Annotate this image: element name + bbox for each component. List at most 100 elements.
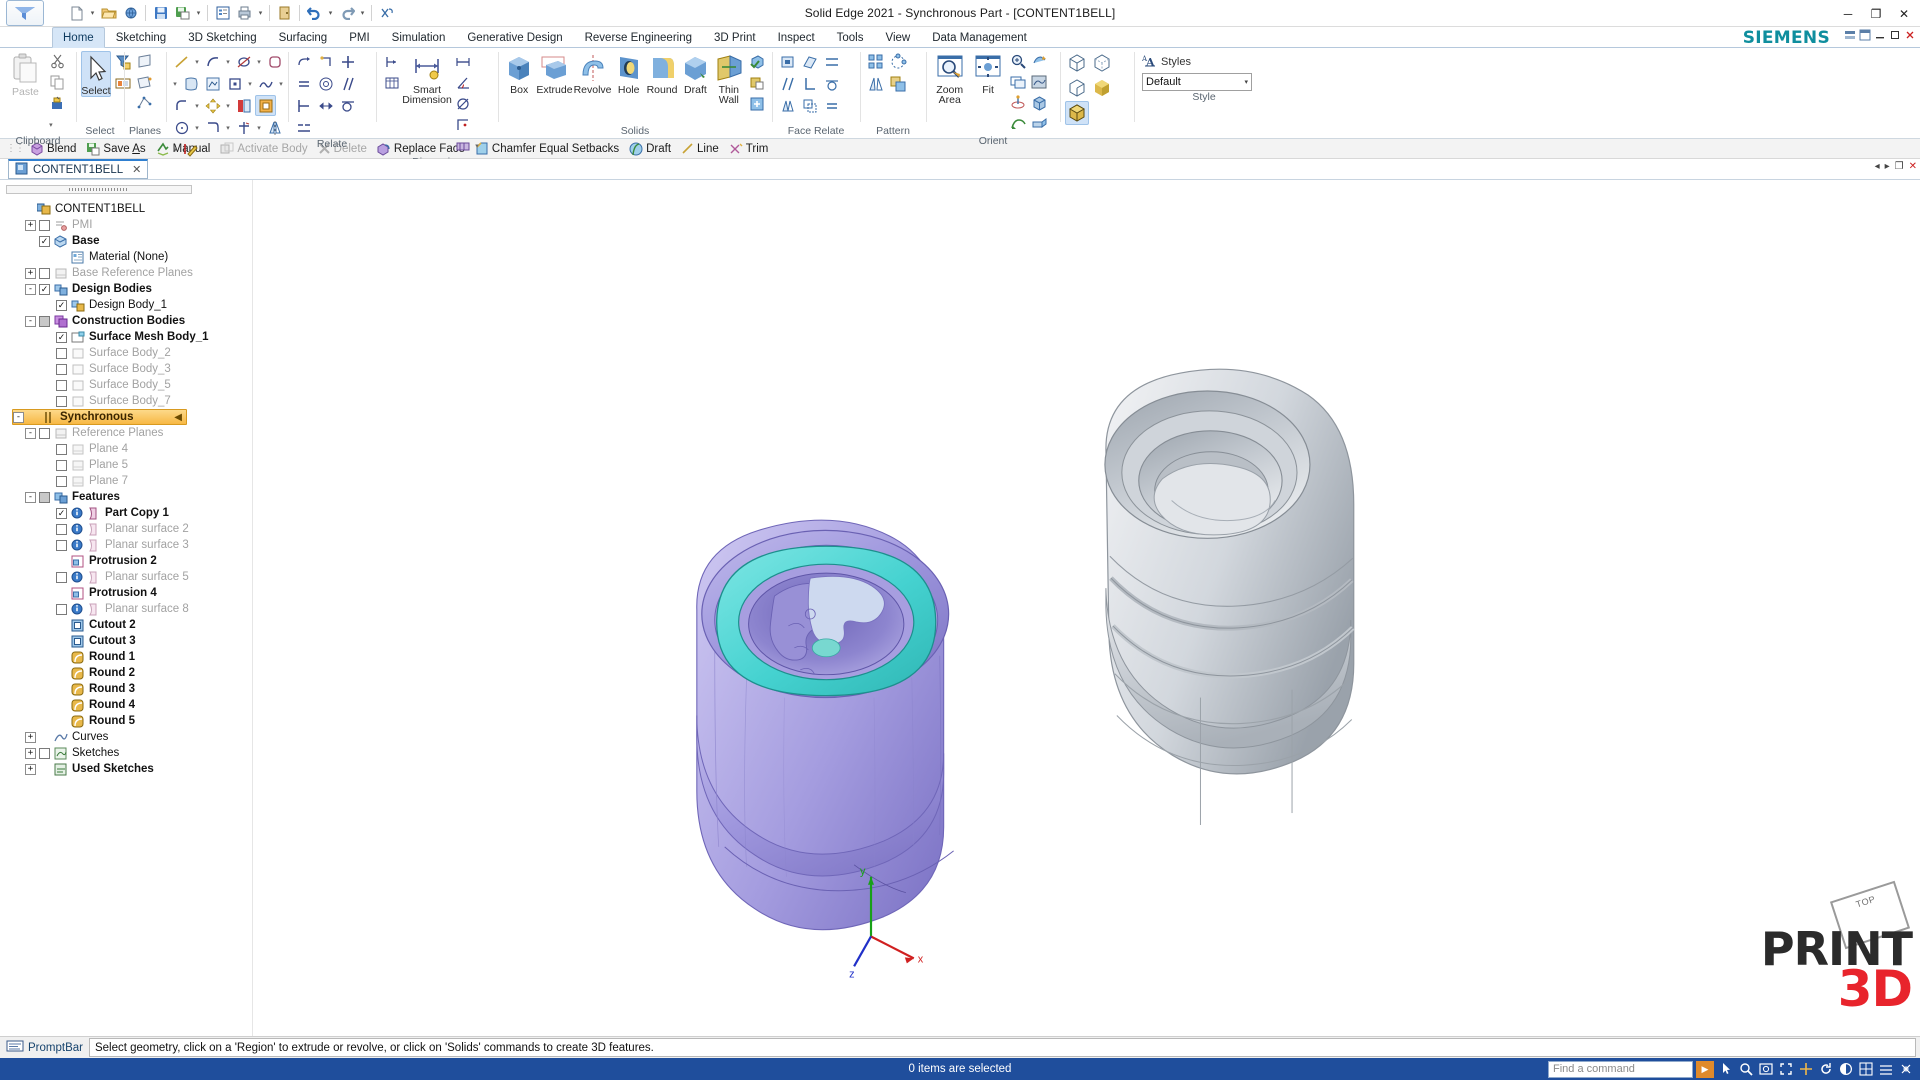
tree-node-curves[interactable]: + Curves bbox=[25, 729, 252, 745]
ellipse-icon[interactable] bbox=[233, 51, 254, 72]
dimension-table-icon[interactable] bbox=[381, 72, 402, 93]
tree-node-round-5[interactable]: Round 5 bbox=[42, 713, 252, 729]
tree-node-protrusion-4[interactable]: Protrusion 4 bbox=[42, 585, 252, 601]
connect-icon[interactable] bbox=[337, 51, 358, 72]
visibility-checkbox[interactable] bbox=[39, 315, 50, 327]
cut-icon[interactable] bbox=[47, 51, 68, 72]
draft-command[interactable]: Draft bbox=[625, 140, 675, 158]
select-button[interactable]: Select bbox=[81, 51, 111, 97]
visibility-checkbox[interactable]: ✓ bbox=[56, 331, 67, 343]
fit-status-icon[interactable] bbox=[1777, 1061, 1794, 1078]
tree-node-pmi[interactable]: + PMI bbox=[25, 217, 252, 233]
arc-caret-icon[interactable]: ▾ bbox=[224, 51, 232, 72]
tree-node-round-1[interactable]: Round 1 bbox=[42, 649, 252, 665]
tree-node-plane-7[interactable]: Plane 7 bbox=[42, 473, 252, 489]
tree-node-planar-surface-5[interactable]: Planar surface 5 bbox=[42, 569, 252, 585]
zoom-area-status-icon[interactable] bbox=[1757, 1061, 1774, 1078]
redo-caret-icon[interactable]: ▾ bbox=[358, 2, 367, 24]
tab-next-icon[interactable]: ▸ bbox=[1885, 161, 1890, 172]
visibility-checkbox[interactable] bbox=[39, 427, 50, 439]
zoom-area-button[interactable]: Zoom Area bbox=[931, 51, 968, 105]
more-solids-icon[interactable] bbox=[746, 93, 767, 114]
expand-icon[interactable]: + bbox=[25, 267, 36, 279]
display-config-icon[interactable] bbox=[1857, 1061, 1874, 1078]
line-caret-icon[interactable]: ▾ bbox=[193, 51, 201, 72]
tree-node-round-4[interactable]: Round 4 bbox=[42, 697, 252, 713]
sketch-view-icon[interactable] bbox=[1029, 72, 1050, 93]
tab-prev-icon[interactable]: ◂ bbox=[1875, 161, 1880, 172]
rounded-rectangle-caret-icon[interactable]: ▾ bbox=[171, 73, 179, 94]
tree-node-planar-surface-2[interactable]: Planar surface 2 bbox=[42, 521, 252, 537]
run-command-icon[interactable]: ▶ bbox=[1696, 1060, 1714, 1078]
collapse-icon[interactable]: - bbox=[25, 283, 36, 295]
coincident-plane-icon[interactable] bbox=[134, 51, 155, 72]
rectangle-icon[interactable] bbox=[224, 73, 245, 94]
document-close-icon[interactable]: ✕ bbox=[1909, 161, 1917, 172]
select-tool-status-icon[interactable] bbox=[1717, 1061, 1734, 1078]
face-perpendicular-icon[interactable] bbox=[799, 73, 820, 94]
parallel-plane-icon[interactable] bbox=[134, 72, 155, 93]
dimension-color-icon[interactable] bbox=[452, 135, 473, 156]
visibility-checkbox[interactable]: ✓ bbox=[56, 299, 67, 311]
sketch-region-icon[interactable] bbox=[255, 95, 276, 116]
tab-pmi[interactable]: PMI bbox=[338, 27, 380, 47]
tree-node-surface-mesh-body-1[interactable]: ✓ Surface Mesh Body_1 bbox=[42, 329, 252, 345]
tree-node-synchronous[interactable]: - Synchronous ◀ bbox=[12, 409, 187, 425]
shaded-with-edges-icon[interactable] bbox=[1065, 101, 1089, 125]
tree-node-sketches[interactable]: + Sketches bbox=[25, 745, 252, 761]
face-tangent-icon[interactable] bbox=[821, 73, 842, 94]
face-offset-icon[interactable] bbox=[799, 95, 820, 116]
face-equal-icon[interactable] bbox=[821, 95, 842, 116]
tab-data-management[interactable]: Data Management bbox=[921, 27, 1038, 47]
shaded-icon[interactable] bbox=[1090, 76, 1114, 100]
face-rigid-icon[interactable] bbox=[777, 51, 798, 72]
tree-node-round-3[interactable]: Round 3 bbox=[42, 681, 252, 697]
new-document-icon[interactable] bbox=[66, 2, 87, 24]
visibility-checkbox[interactable] bbox=[39, 219, 50, 231]
rectangle-caret-icon[interactable]: ▾ bbox=[246, 73, 254, 94]
wireframe-icon[interactable] bbox=[1065, 51, 1089, 75]
visibility-checkbox[interactable] bbox=[56, 363, 67, 375]
tree-node-cutout-3[interactable]: Cutout 3 bbox=[42, 633, 252, 649]
tree-node-features[interactable]: - Features bbox=[25, 489, 252, 505]
tree-node-surface-body-7[interactable]: Surface Body_7 bbox=[42, 393, 252, 409]
angle-between-icon[interactable] bbox=[452, 72, 473, 93]
tree-node-design-bodies[interactable]: - ✓ Design Bodies bbox=[25, 281, 252, 297]
horizontal-vertical-icon[interactable] bbox=[293, 95, 314, 116]
visibility-checkbox[interactable] bbox=[56, 523, 67, 535]
tree-node-plane-5[interactable]: Plane 5 bbox=[42, 457, 252, 473]
hole-button[interactable]: Hole bbox=[613, 51, 645, 95]
save-icon[interactable] bbox=[150, 2, 171, 24]
tab-3d-sketching[interactable]: 3D Sketching bbox=[177, 27, 267, 47]
select-tools-icon[interactable] bbox=[233, 95, 254, 116]
extrude-button[interactable]: Extrude bbox=[536, 51, 573, 95]
ribbon-minimize-icon[interactable] bbox=[1874, 29, 1886, 41]
find-command-input[interactable]: Find a command bbox=[1548, 1060, 1693, 1078]
document-restore-icon[interactable]: ❐ bbox=[1895, 161, 1904, 172]
visibility-checkbox[interactable] bbox=[56, 475, 67, 487]
rotate-icon[interactable] bbox=[1008, 93, 1029, 114]
visibility-checkbox[interactable] bbox=[56, 459, 67, 471]
new-document-caret-icon[interactable]: ▾ bbox=[88, 2, 97, 24]
tab-simulation[interactable]: Simulation bbox=[381, 27, 457, 47]
save-as-icon[interactable] bbox=[172, 2, 193, 24]
clipboard-more-caret-icon[interactable]: ▾ bbox=[47, 114, 55, 135]
tree-node-base-reference-planes[interactable]: + Base Reference Planes bbox=[25, 265, 252, 281]
curve-icon[interactable] bbox=[255, 73, 276, 94]
revolve-button[interactable]: Revolve bbox=[574, 51, 612, 95]
paint-format-icon[interactable] bbox=[47, 93, 68, 114]
move-icon[interactable] bbox=[202, 95, 223, 116]
visibility-checkbox[interactable] bbox=[56, 379, 67, 391]
circle-caret-icon[interactable]: ▾ bbox=[193, 117, 201, 138]
close-icon[interactable]: ✕ bbox=[132, 163, 141, 176]
snap-status-icon[interactable] bbox=[1897, 1061, 1914, 1078]
tree-node-reference-planes[interactable]: - Reference Planes bbox=[25, 425, 252, 441]
draw-edit-icon[interactable] bbox=[180, 139, 201, 160]
window-icon[interactable] bbox=[1008, 72, 1029, 93]
minimize-button[interactable]: ─ bbox=[1834, 3, 1862, 25]
distance-between-icon[interactable] bbox=[452, 51, 473, 72]
visible-edges-icon[interactable] bbox=[1065, 76, 1089, 100]
ribbon-collapse-icon[interactable] bbox=[1844, 29, 1856, 41]
collapse-icon[interactable]: - bbox=[25, 427, 36, 439]
box-button[interactable]: Box bbox=[503, 51, 535, 95]
